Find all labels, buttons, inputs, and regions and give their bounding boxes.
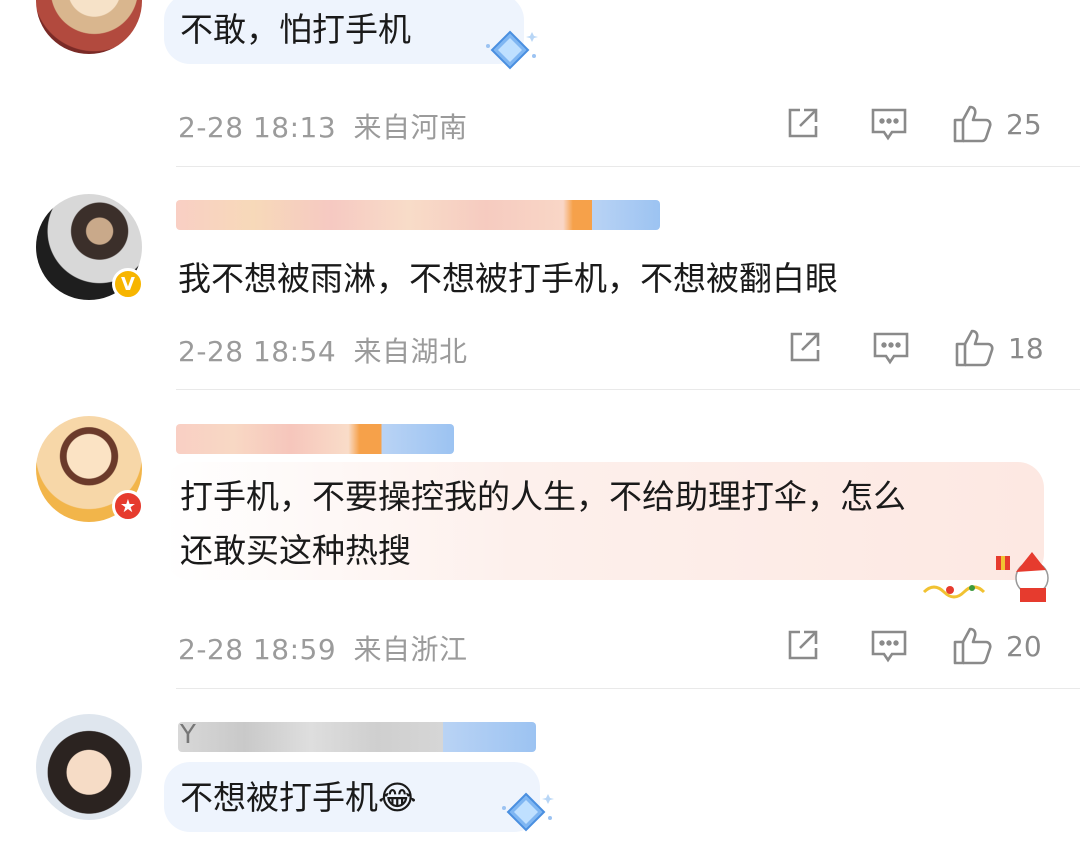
username-blurred: [176, 200, 660, 230]
share-button[interactable]: [786, 330, 822, 366]
diamond-sticker-icon: [502, 792, 554, 832]
share-icon: [788, 630, 818, 660]
divider: [176, 166, 1080, 167]
comment-location: 来自湖北: [353, 335, 468, 368]
comment-meta: 2-28 18:59 来自浙江: [178, 628, 476, 668]
like-count: 18: [1008, 331, 1044, 365]
comment-text: 不想被打手机😂: [180, 778, 417, 817]
comment-location: 来自河南: [353, 111, 468, 144]
username-visible-letter: Y: [180, 720, 196, 750]
divider: [176, 389, 1080, 390]
comment-bubble: 不敢，怕打手机: [164, 0, 524, 64]
comment-icon: [873, 332, 909, 365]
comment-text: 不敢，怕打手机: [180, 10, 411, 49]
comment-time: 2-28 18:13: [178, 111, 337, 144]
like-button[interactable]: 18: [954, 328, 1044, 368]
comment-location: 来自浙江: [353, 633, 468, 666]
verified-badge: V: [112, 268, 144, 300]
comment-text-line: 还敢买这种热搜: [180, 531, 411, 570]
avatar-image: [36, 714, 142, 820]
like-icon: [955, 329, 994, 367]
reply-button[interactable]: [872, 330, 910, 366]
username-blurred: [176, 424, 454, 454]
avatar[interactable]: [36, 714, 142, 820]
like-icon: [953, 627, 992, 665]
comment-bubble: 打手机，不要操控我的人生，不给助理打伞，怎么 还敢买这种热搜: [164, 462, 1044, 580]
christmas-sticker-icon: [922, 552, 1049, 602]
share-button[interactable]: [784, 628, 820, 664]
share-icon: [790, 332, 820, 362]
fan-badge: ★: [112, 490, 144, 522]
comment-text-line: 打手机，不要操控我的人生，不给助理打伞，怎么: [180, 477, 906, 516]
comment-meta: 2-28 18:13 来自河南: [178, 106, 476, 146]
comment-icon: [871, 630, 907, 663]
like-count: 20: [1006, 629, 1042, 663]
username-blurred: Y: [178, 720, 536, 752]
comment-time: 2-28 18:59: [178, 633, 337, 666]
diamond-sticker-icon: [486, 30, 538, 70]
avatar-image: [36, 0, 142, 54]
avatar[interactable]: [36, 0, 142, 54]
avatar[interactable]: V: [36, 194, 144, 300]
like-icon: [953, 105, 992, 143]
comment-icon: [871, 108, 907, 141]
like-button[interactable]: 20: [952, 626, 1042, 666]
like-count: 25: [1006, 107, 1042, 141]
reply-button[interactable]: [870, 628, 908, 664]
avatar[interactable]: ★: [36, 416, 144, 522]
comment-bubble: 我不想被雨淋，不想被打手机，不想被翻白眼: [164, 243, 984, 307]
divider: [176, 688, 1080, 689]
like-button[interactable]: 25: [952, 104, 1042, 144]
share-icon: [788, 108, 818, 138]
share-button[interactable]: [784, 106, 820, 142]
comment-text: 我不想被雨淋，不想被打手机，不想被翻白眼: [178, 259, 838, 298]
comment-time: 2-28 18:54: [178, 335, 337, 368]
reply-button[interactable]: [870, 106, 908, 142]
comment-bubble: 不想被打手机😂: [164, 762, 540, 832]
comment-meta: 2-28 18:54 来自湖北: [178, 330, 476, 370]
